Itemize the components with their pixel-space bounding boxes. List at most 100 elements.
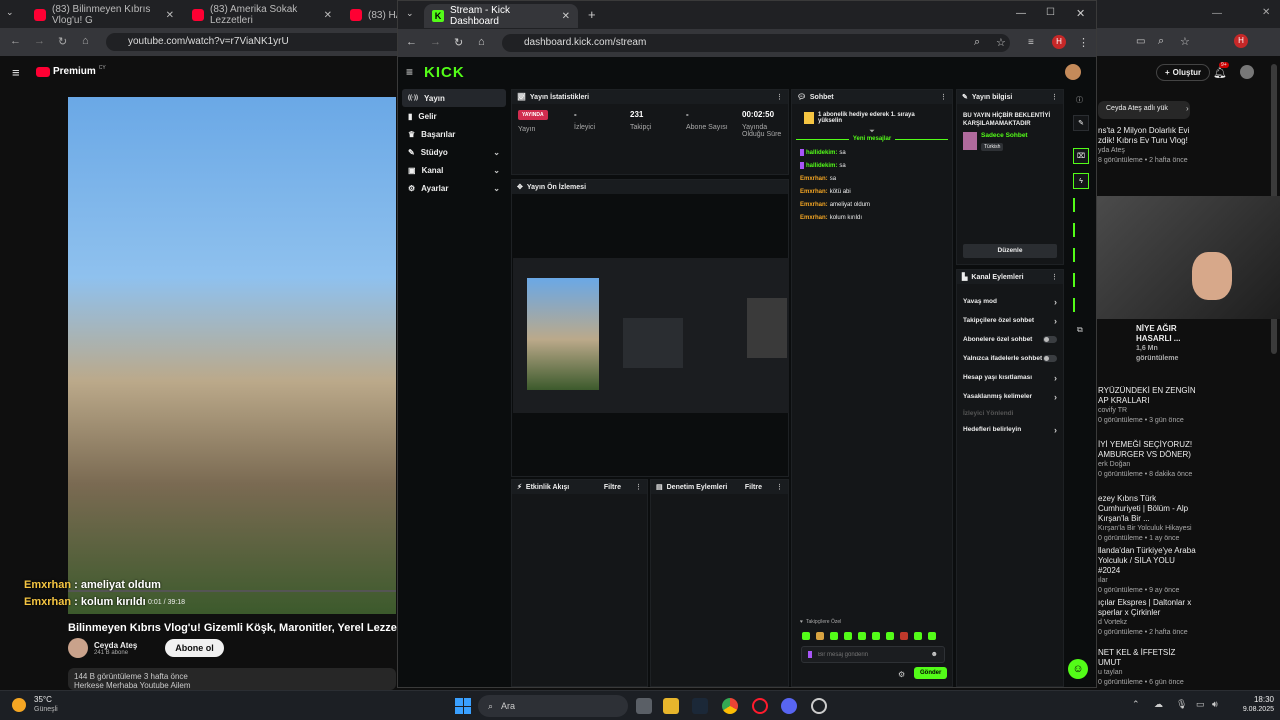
zoom-icon[interactable]: ⌕ — [1158, 35, 1164, 48]
chat-username[interactable]: hallidekim: — [806, 163, 837, 169]
yt-tab-2[interactable]: (83) Amerika Sokak Lezzetleri ✕ — [184, 4, 340, 26]
nav-yayin[interactable]: ((·)) Yayın — [402, 89, 506, 107]
close-tab-icon[interactable]: ✕ — [562, 11, 570, 22]
pencil-rail-icon[interactable]: ✎ — [1073, 115, 1089, 131]
network-icon[interactable]: ☁ — [1154, 699, 1163, 710]
microphone-icon[interactable]: 🎙︎ — [1176, 699, 1187, 710]
emote-icon[interactable] — [886, 632, 894, 640]
tray-chevron-up-icon[interactable]: ⌃ — [1132, 699, 1140, 710]
kick-logo[interactable]: KICK — [424, 64, 465, 81]
steam-icon[interactable] — [692, 698, 708, 714]
info-icon[interactable]: ⓘ — [1076, 95, 1083, 105]
recommended-item[interactable]: ns'ta 2 Milyon Dolarlık Evi zdik! Kıbrıs… — [1098, 126, 1198, 166]
channel-avatar[interactable] — [68, 638, 88, 658]
forward-icon[interactable]: → — [34, 35, 45, 47]
video-description[interactable]: 144 B görüntüleme 3 hafta önce Herkese M… — [68, 668, 396, 690]
more-icon[interactable]: ⋮ — [1051, 273, 1058, 281]
emote-icon[interactable] — [914, 632, 922, 640]
windows-start-icon[interactable] — [455, 698, 471, 714]
more-icon[interactable]: ⋮ — [1051, 93, 1058, 101]
nav-ayarlar[interactable]: ⚙ Ayarlar ⌄ — [402, 179, 506, 197]
recommended-item[interactable]: llanda'dan Türkiye'ye Araba Yolculuk / S… — [1098, 546, 1198, 596]
more-icon[interactable]: ⋮ — [776, 483, 783, 491]
action-banned-words[interactable]: Yasaklanmış kelimeler › — [957, 387, 1063, 406]
send-button[interactable]: Gönder — [914, 667, 948, 679]
chat-message[interactable]: hallidekim: sa — [800, 146, 944, 159]
back-icon[interactable]: ← — [406, 36, 417, 48]
minimize-icon[interactable]: — — [1212, 8, 1222, 19]
recommended-item[interactable]: RYÜZÜNDEKİ EN ZENGİN AP KRALLARI covify T… — [1098, 386, 1198, 426]
category-name[interactable]: Sadece Sohbet — [981, 132, 1028, 139]
raid-icon[interactable]: ⌧ — [1073, 148, 1089, 164]
chat-message[interactable]: Emxrhan: kötü abi — [800, 185, 944, 198]
emote-icon[interactable] — [900, 632, 908, 640]
reload-icon[interactable]: ↻ — [58, 35, 67, 48]
puzzle-icon[interactable]: ⧉ — [1077, 325, 1083, 335]
reading-list-icon[interactable]: ≡ — [1028, 37, 1034, 48]
recommended-item[interactable]: ezey Kıbrıs Türk Cumhuriyeti | Bölüm - A… — [1098, 494, 1198, 544]
bookmark-star-icon[interactable]: ☆ — [996, 36, 1006, 49]
close-icon[interactable]: ✕ — [324, 10, 332, 21]
emotes-only-toggle[interactable] — [1043, 355, 1057, 362]
forward-icon[interactable]: → — [430, 36, 441, 48]
weather-temp[interactable]: 35°C — [34, 695, 52, 704]
action-account-age[interactable]: Hesap yaşı kısıtlaması › — [957, 368, 1063, 387]
nav-gelir[interactable]: ▮ Gelir — [402, 107, 506, 125]
chat-settings-gear-icon[interactable]: ⚙ — [898, 670, 905, 679]
support-chat-icon[interactable]: ☺ — [1068, 659, 1088, 679]
opera-icon[interactable] — [752, 698, 768, 714]
action-slow-mode[interactable]: Yavaş mod › — [957, 292, 1063, 311]
lightning-icon[interactable]: ϟ — [1073, 173, 1089, 189]
discord-icon[interactable] — [781, 698, 797, 714]
recommended-item[interactable]: NET KEL & İFFETSİZ UMUT u taylan 0 görüntü… — [1098, 648, 1198, 688]
back-icon[interactable]: ← — [10, 35, 21, 47]
zoom-icon[interactable]: ⌕ — [974, 36, 980, 49]
emote-icon[interactable] — [816, 632, 824, 640]
edit-button[interactable]: Düzenle — [963, 244, 1057, 258]
close-window-icon[interactable]: ✕ — [1076, 7, 1085, 20]
emote-icon[interactable] — [858, 632, 866, 640]
tab-search-icon[interactable]: ⌄ — [6, 7, 14, 18]
emote-icon[interactable] — [844, 632, 852, 640]
recommended-item[interactable]: İYİ YEMEĞİ SEÇİYORUZ! AMBURGER VS DÖNER)… — [1098, 440, 1198, 480]
volume-icon[interactable]: 🔊︎ — [1212, 699, 1218, 710]
menu-icon[interactable]: ≡ — [12, 65, 20, 80]
action-followers-only[interactable]: Takipçilere özel sohbet › — [957, 311, 1063, 330]
chat-message[interactable]: hallidekim: sa — [800, 159, 944, 172]
moderation-filter-button[interactable]: Filtre — [745, 484, 762, 491]
file-explorer-icon[interactable] — [663, 698, 679, 714]
close-icon[interactable]: ✕ — [166, 10, 174, 21]
more-icon[interactable]: ⋮ — [635, 483, 642, 491]
video-player[interactable] — [68, 97, 396, 614]
subscribe-button[interactable]: Abone ol — [165, 639, 224, 657]
clock-time[interactable]: 18:30 — [1240, 695, 1274, 704]
gift-banner[interactable]: 1 abonelik hediye ederek 1. sıraya yükse… — [792, 104, 952, 128]
user-avatar[interactable] — [1065, 64, 1081, 80]
chat-username[interactable]: Emxrhan: — [800, 189, 828, 195]
bookmark-star-icon[interactable]: ☆ — [1180, 35, 1190, 48]
profile-avatar[interactable]: H — [1052, 35, 1066, 49]
recommended-item[interactable]: NİYE AĞIR HASARLI ... 1,6 Mn görüntüleme — [1136, 324, 1196, 364]
reload-icon[interactable]: ↻ — [454, 36, 463, 49]
chat-message-field[interactable] — [818, 651, 925, 658]
more-menu-icon[interactable]: ⋮ — [1078, 36, 1089, 49]
action-emotes-only[interactable]: Yalnızca ifadelerle sohbet — [957, 349, 1063, 368]
chat-username[interactable]: Emxrhan: — [800, 176, 828, 182]
kick-url-field[interactable]: dashboard.kick.com/stream — [502, 34, 1010, 52]
action-subscribers-only[interactable]: Abonelere özel sohbet — [957, 330, 1063, 349]
close-window-icon[interactable]: ✕ — [1262, 7, 1270, 18]
chat-username[interactable]: Emxrhan: — [800, 215, 828, 221]
minimize-icon[interactable]: — — [1016, 8, 1026, 19]
nav-kanal[interactable]: ▣ Kanal ⌄ — [402, 161, 506, 179]
emote-icon[interactable] — [928, 632, 936, 640]
emote-icon[interactable] — [872, 632, 880, 640]
more-icon[interactable]: ⋮ — [776, 93, 783, 101]
more-icon[interactable]: ⋮ — [940, 93, 947, 101]
menu-icon[interactable]: ≡ — [406, 65, 413, 79]
chat-message[interactable]: Emxrhan: ameliyat oldum — [800, 198, 944, 211]
clock-date[interactable]: 9.08.2025 — [1230, 706, 1274, 713]
chat-username[interactable]: hallidekim: — [806, 150, 837, 156]
new-tab-icon[interactable]: + — [588, 7, 596, 22]
yt-tab-3[interactable]: (83) HAV — [342, 4, 398, 26]
emote-icon[interactable] — [802, 632, 810, 640]
